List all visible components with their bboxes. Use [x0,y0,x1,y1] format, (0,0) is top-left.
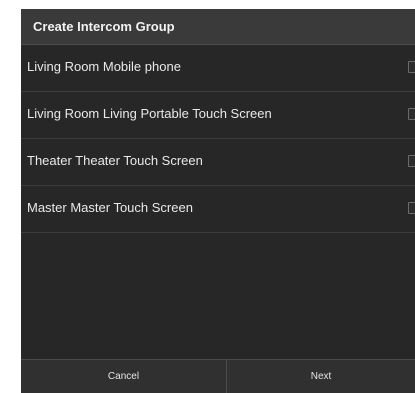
list-item-living-room-portable-touch-screen[interactable]: Living Room Living Portable Touch Screen [21,92,415,139]
dialog-title-bar: Create Intercom Group [21,9,415,45]
list-item-master-touch-screen[interactable]: Master Master Touch Screen [21,186,415,233]
cancel-button[interactable]: Cancel [21,360,227,393]
list-item-label: Theater Theater Touch Screen [27,153,203,168]
list-item-theater-touch-screen[interactable]: Theater Theater Touch Screen [21,139,415,186]
create-intercom-group-dialog: Create Intercom Group Living Room Mobile… [21,9,415,393]
dialog-button-bar: Cancel Next [21,359,415,393]
device-checkbox[interactable] [408,61,415,73]
device-list: Living Room Mobile phone Living Room Liv… [21,45,415,233]
device-checkbox[interactable] [408,202,415,214]
list-item-living-room-mobile-phone[interactable]: Living Room Mobile phone [21,45,415,92]
next-button[interactable]: Next [227,360,415,393]
dialog-title: Create Intercom Group [33,19,175,34]
device-checkbox[interactable] [408,108,415,120]
device-checkbox[interactable] [408,155,415,167]
list-item-label: Living Room Living Portable Touch Screen [27,106,272,121]
list-item-label: Living Room Mobile phone [27,59,181,74]
list-item-label: Master Master Touch Screen [27,200,193,215]
